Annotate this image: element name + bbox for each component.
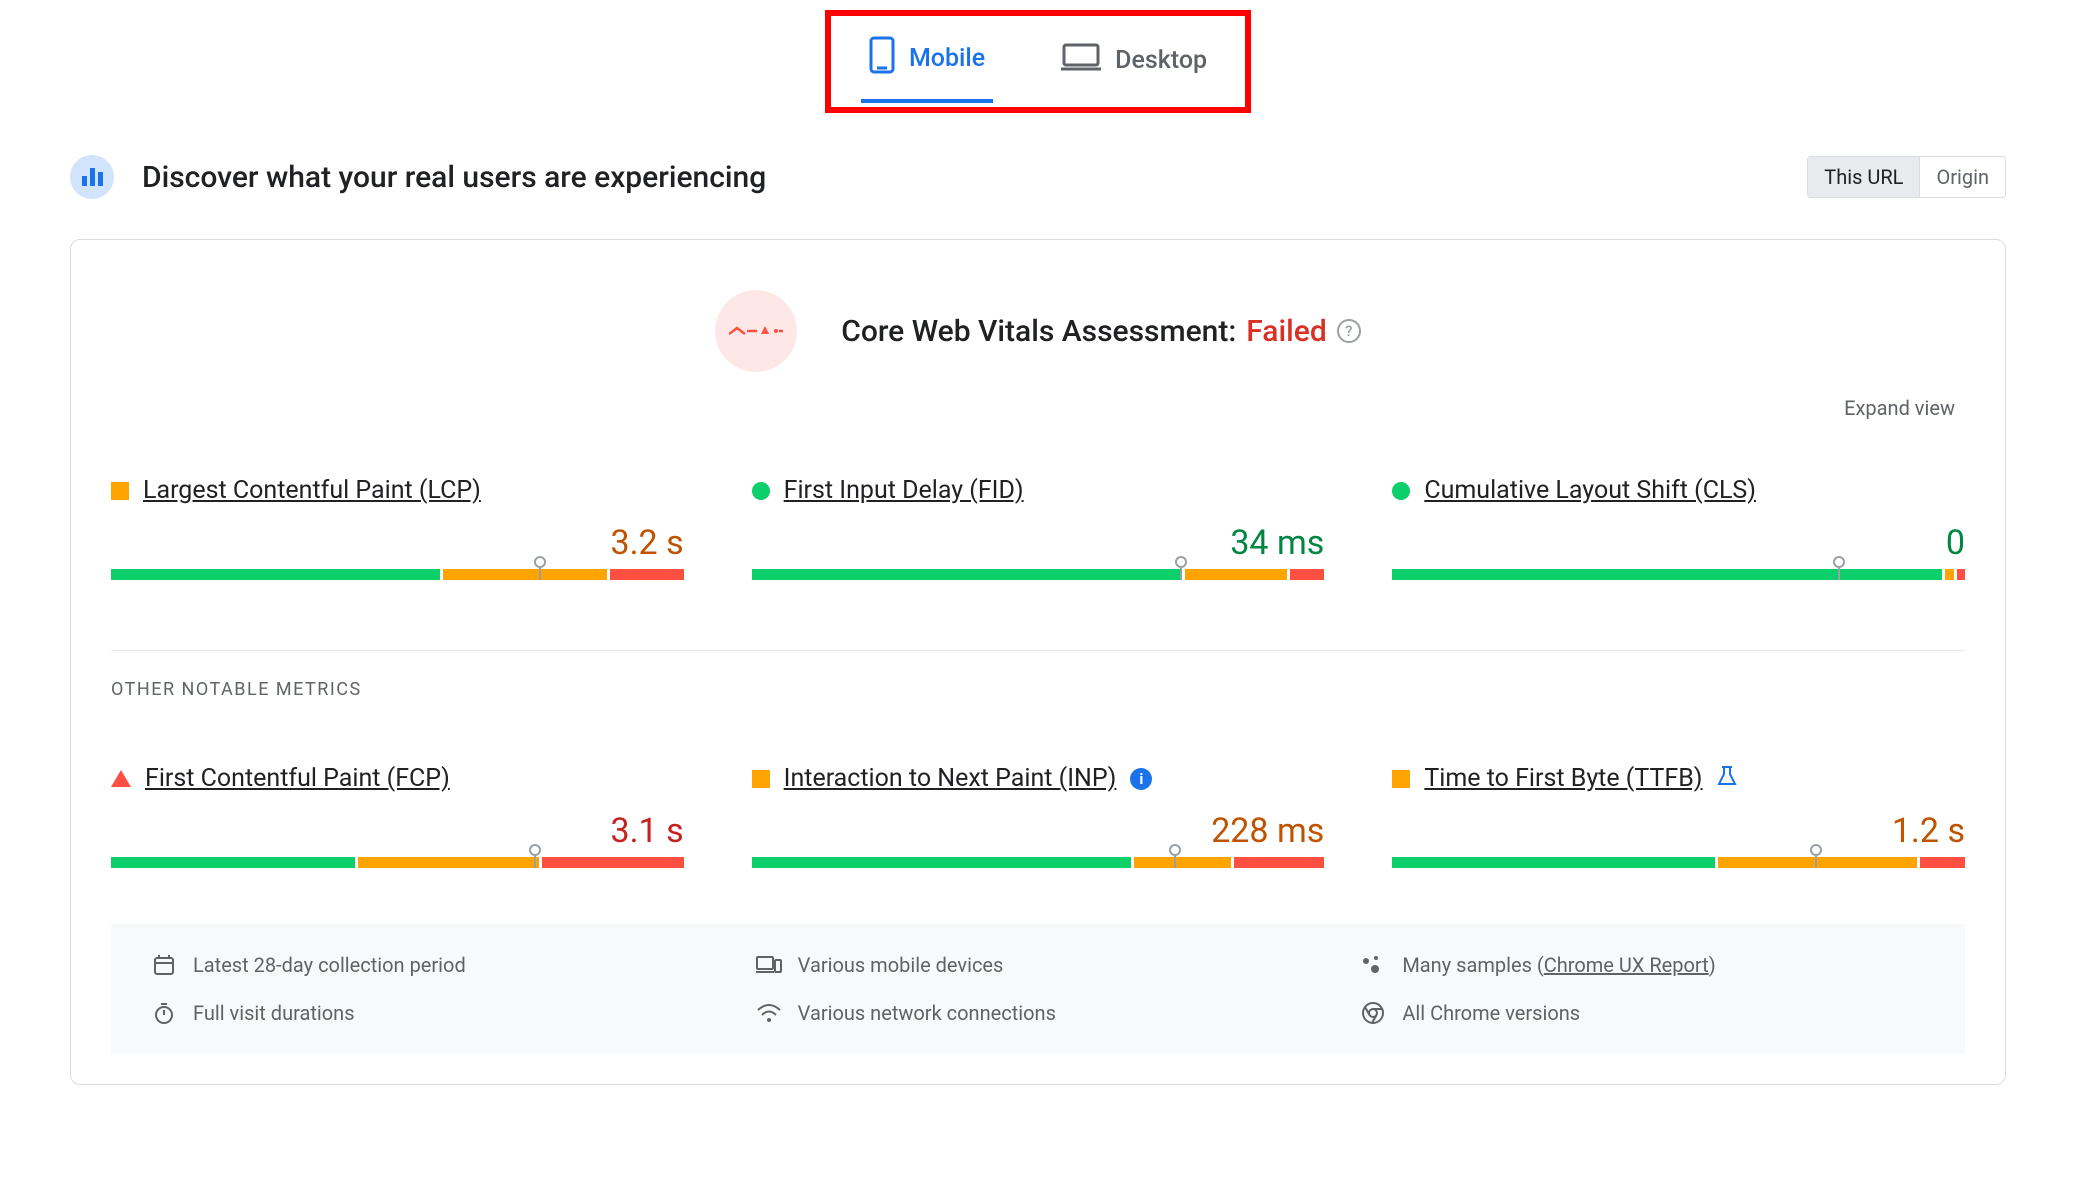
- footer-durations-text: Full visit durations: [193, 1001, 355, 1025]
- footer-devices-text: Various mobile devices: [798, 953, 1004, 977]
- metric-fcp-value: 3.1 s: [111, 811, 684, 851]
- toggle-this-url[interactable]: This URL: [1808, 157, 1919, 197]
- footer-network: Various network connections: [756, 1000, 1321, 1026]
- flask-icon[interactable]: [1716, 765, 1738, 793]
- metrics-grid: Largest Contentful Paint (LCP) 3.2 s Fir…: [111, 476, 1965, 868]
- footer-info: Latest 28-day collection period Various …: [111, 924, 1965, 1054]
- assessment-card: Core Web Vitals Assessment: Failed ? Exp…: [70, 239, 2006, 1085]
- metric-lcp-bar: [111, 569, 684, 580]
- metric-ttfb-name[interactable]: Time to First Byte (TTFB): [1424, 764, 1702, 793]
- metric-fcp-bar: [111, 857, 684, 868]
- chrome-ux-report-link[interactable]: Chrome UX Report: [1544, 953, 1709, 977]
- metric-fid-bar: [752, 569, 1325, 580]
- help-icon[interactable]: ?: [1337, 319, 1361, 343]
- status-square-icon: [752, 770, 770, 788]
- device-tabs-highlight-box: Mobile Desktop: [825, 10, 1251, 113]
- devices-icon: [756, 952, 782, 978]
- metric-lcp-name[interactable]: Largest Contentful Paint (LCP): [143, 476, 481, 505]
- desktop-icon: [1061, 42, 1101, 79]
- assessment-status: Failed: [1246, 314, 1326, 349]
- pin-icon: [1833, 556, 1845, 568]
- assessment-text: Core Web Vitals Assessment: Failed ?: [841, 314, 1361, 349]
- metric-ttfb-value: 1.2 s: [1392, 811, 1965, 851]
- pin-icon: [529, 844, 541, 856]
- footer-period-text: Latest 28-day collection period: [193, 953, 466, 977]
- chrome-icon: [1360, 1000, 1386, 1026]
- pin-icon: [1169, 844, 1181, 856]
- metric-fid-value: 34 ms: [752, 523, 1325, 563]
- section-title: Discover what your real users are experi…: [142, 160, 766, 195]
- wifi-icon: [756, 1000, 782, 1026]
- metric-inp-name[interactable]: Interaction to Next Paint (INP): [784, 764, 1117, 793]
- scope-toggle: This URL Origin: [1807, 156, 2006, 198]
- metric-ttfb: Time to First Byte (TTFB) 1.2 s: [1392, 764, 1965, 868]
- footer-durations: Full visit durations: [151, 1000, 716, 1026]
- status-circle-icon: [1392, 482, 1410, 500]
- tab-desktop-label: Desktop: [1115, 46, 1207, 75]
- metric-lcp: Largest Contentful Paint (LCP) 3.2 s: [111, 476, 684, 580]
- metric-fcp: First Contentful Paint (FCP) 3.1 s: [111, 764, 684, 868]
- status-circle-icon: [752, 482, 770, 500]
- metric-fcp-name[interactable]: First Contentful Paint (FCP): [145, 764, 450, 793]
- footer-devices: Various mobile devices: [756, 952, 1321, 978]
- footer-samples: Many samples (Chrome UX Report): [1360, 952, 1925, 978]
- metric-cls-name[interactable]: Cumulative Layout Shift (CLS): [1424, 476, 1756, 505]
- metric-cls-bar: [1392, 569, 1965, 580]
- metric-fid: First Input Delay (FID) 34 ms: [752, 476, 1325, 580]
- footer-period: Latest 28-day collection period: [151, 952, 716, 978]
- other-metrics-label: OTHER NOTABLE METRICS: [111, 650, 1965, 700]
- stopwatch-icon: [151, 1000, 177, 1026]
- calendar-icon: [151, 952, 177, 978]
- metric-inp-bar: [752, 857, 1325, 868]
- footer-network-text: Various network connections: [798, 1001, 1056, 1025]
- tab-mobile-label: Mobile: [909, 44, 985, 73]
- pin-icon: [1175, 556, 1187, 568]
- footer-chrome: All Chrome versions: [1360, 1000, 1925, 1026]
- section-header: Discover what your real users are experi…: [70, 155, 2006, 199]
- metric-fid-name[interactable]: First Input Delay (FID): [784, 476, 1024, 505]
- scatter-icon: [1360, 952, 1386, 978]
- tab-desktop[interactable]: Desktop: [1053, 28, 1215, 103]
- pin-icon: [534, 556, 546, 568]
- status-square-icon: [1392, 770, 1410, 788]
- footer-chrome-text: All Chrome versions: [1402, 1001, 1580, 1025]
- metric-cls: Cumulative Layout Shift (CLS) 0: [1392, 476, 1965, 580]
- device-tabs: Mobile Desktop: [70, 10, 2006, 113]
- status-triangle-icon: [111, 770, 131, 787]
- metric-lcp-value: 3.2 s: [111, 523, 684, 563]
- info-icon[interactable]: i: [1130, 768, 1152, 790]
- status-square-icon: [111, 482, 129, 500]
- pin-icon: [1810, 844, 1822, 856]
- crux-badge-icon: [70, 155, 114, 199]
- metric-ttfb-bar: [1392, 857, 1965, 868]
- tab-mobile[interactable]: Mobile: [861, 28, 993, 103]
- assessment-label: Core Web Vitals Assessment:: [841, 314, 1236, 349]
- metric-inp: Interaction to Next Paint (INP) i 228 ms: [752, 764, 1325, 868]
- assessment-row: Core Web Vitals Assessment: Failed ?: [111, 290, 1965, 372]
- toggle-origin[interactable]: Origin: [1919, 157, 2005, 197]
- metric-cls-value: 0: [1392, 523, 1965, 563]
- assessment-status-icon: [715, 290, 797, 372]
- mobile-icon: [869, 36, 895, 81]
- expand-view-link[interactable]: Expand view: [111, 396, 1965, 420]
- metric-inp-value: 228 ms: [752, 811, 1325, 851]
- footer-samples-text: Many samples (Chrome UX Report): [1402, 953, 1715, 977]
